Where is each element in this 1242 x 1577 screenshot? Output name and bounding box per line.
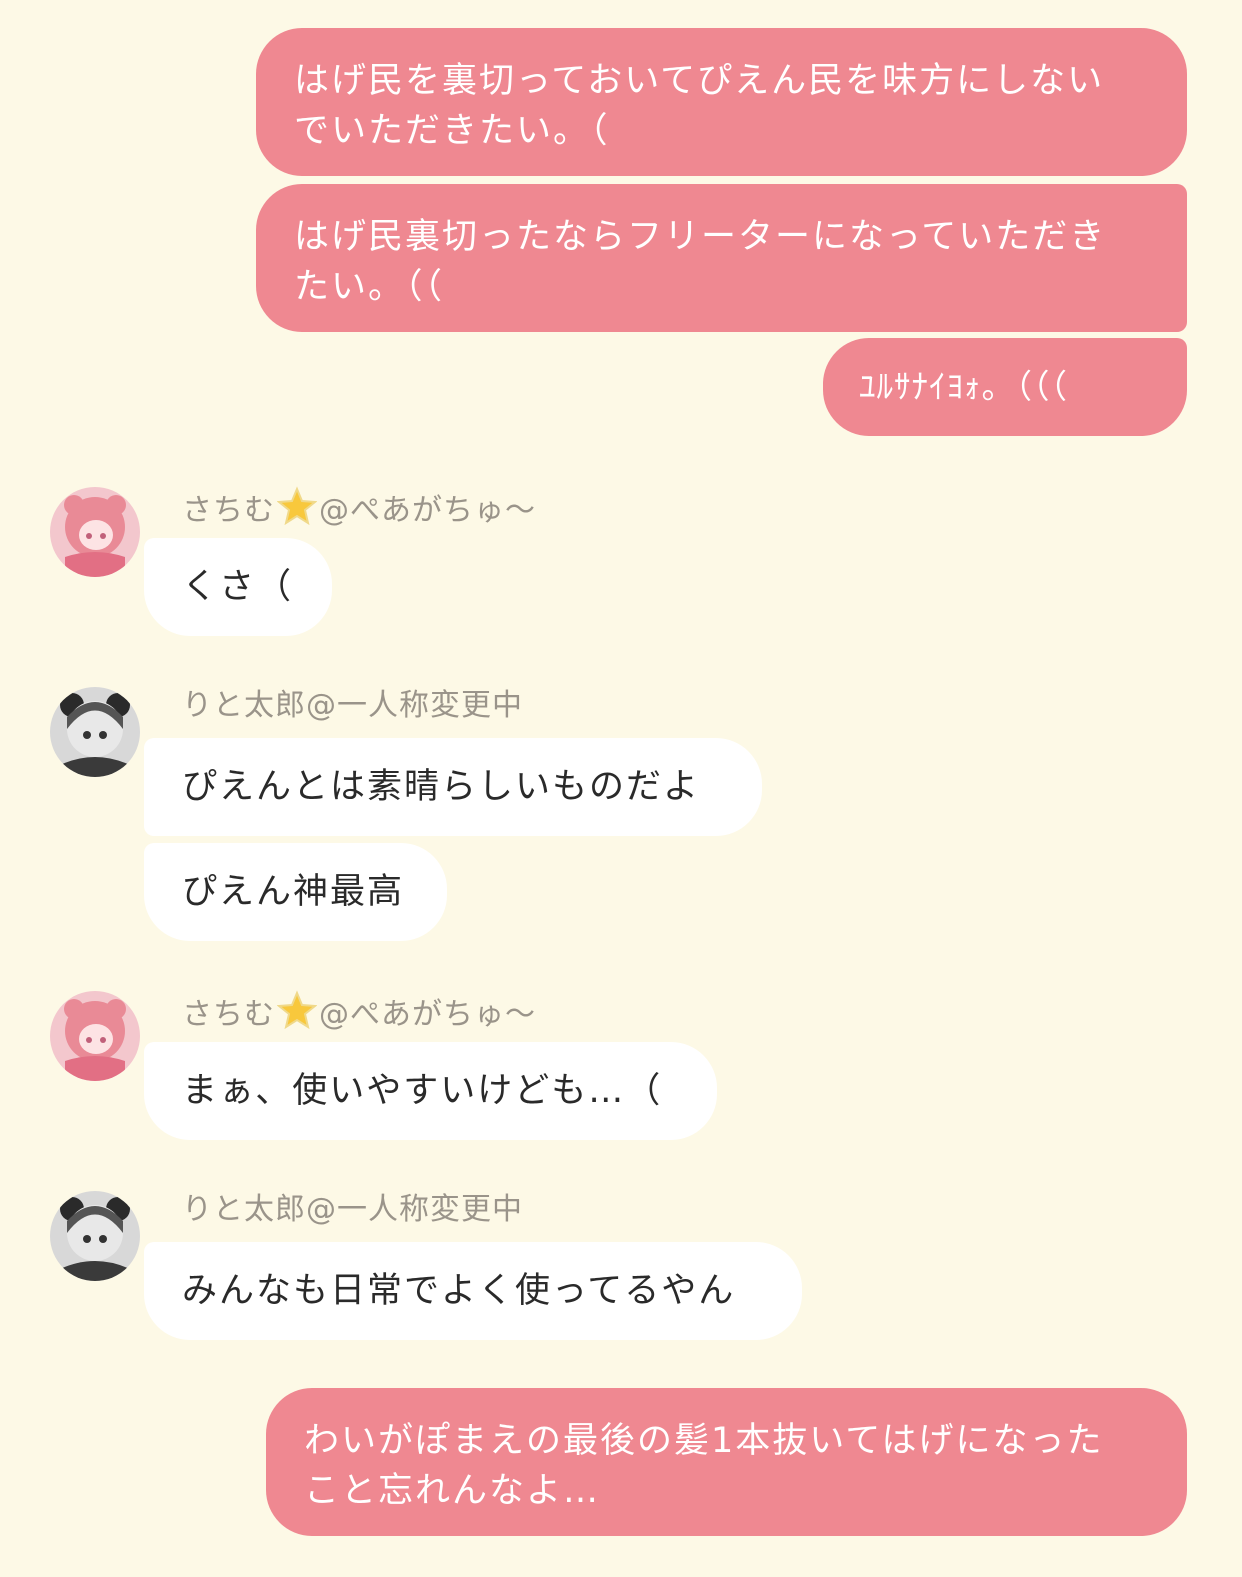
- sender-name: さちむ @ぺあがちゅ～: [182, 990, 536, 1041]
- avatar-sachimu[interactable]: [50, 487, 140, 577]
- avatar-image-sachimu: [50, 487, 140, 577]
- avatar-sachimu[interactable]: [50, 991, 140, 1081]
- outgoing-message[interactable]: はげ民裏切ったならフリーターになっていただき たい。（（: [256, 184, 1187, 332]
- avatar-ritotaro[interactable]: [50, 687, 140, 777]
- sender-name-text: さちむ: [182, 997, 275, 1032]
- outgoing-message[interactable]: わいがぽまえの最後の髪1本抜いてはげになった こと忘れんなよ…: [266, 1388, 1187, 1536]
- incoming-message[interactable]: みんなも日常でよく使ってるやん: [144, 1242, 802, 1340]
- outgoing-message[interactable]: はげ民を裏切っておいてぴえん民を味方にしない でいただきたい。（: [256, 28, 1187, 176]
- incoming-message[interactable]: ぴえん神最高: [144, 843, 447, 941]
- sender-name-text: さちむ: [182, 493, 275, 528]
- sender-name: りと太郎@一人称変更中: [182, 1192, 523, 1227]
- avatar-ritotaro[interactable]: [50, 1191, 140, 1281]
- incoming-message[interactable]: まぁ、使いやすいけども…（: [144, 1042, 717, 1140]
- incoming-message[interactable]: ぴえんとは素晴らしいものだよ: [144, 738, 762, 836]
- avatar-image-ritotaro: [50, 687, 140, 777]
- outgoing-message[interactable]: ﾕﾙｻﾅｲﾖｫ。（（（: [823, 338, 1187, 436]
- incoming-message[interactable]: くさ（: [144, 538, 332, 636]
- sender-name-suffix: @ぺあがちゅ～: [319, 997, 536, 1032]
- avatar-image-sachimu: [50, 991, 140, 1081]
- avatar-image-ritotaro: [50, 1191, 140, 1281]
- sender-name: りと太郎@一人称変更中: [182, 688, 523, 723]
- glowing-star-emoji: [276, 486, 318, 537]
- glowing-star-emoji: [276, 990, 318, 1041]
- sender-name-suffix: @ぺあがちゅ～: [319, 493, 536, 528]
- sender-name: さちむ @ぺあがちゅ～: [182, 486, 536, 537]
